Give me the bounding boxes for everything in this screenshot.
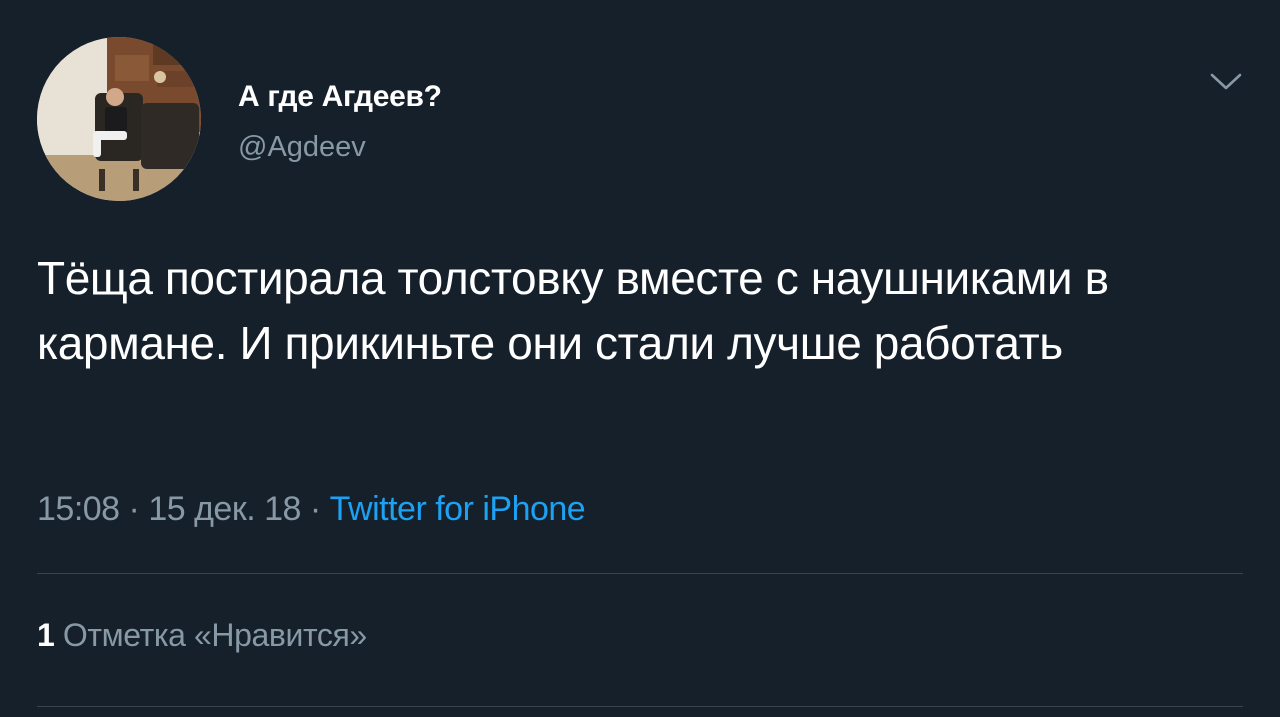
likes-label: Отметка «Нравится» bbox=[62, 617, 367, 653]
likes-stat[interactable]: 1 Отметка «Нравится» bbox=[37, 617, 367, 654]
tweet-source-link[interactable]: Twitter for iPhone bbox=[330, 490, 586, 528]
tweet-meta: 15:08 · 15 дек. 18 · Twitter for iPhone bbox=[37, 490, 586, 529]
meta-separator: · bbox=[300, 490, 330, 528]
meta-separator: · bbox=[119, 490, 149, 528]
user-handle[interactable]: @Agdeev bbox=[238, 131, 366, 164]
likes-count: 1 bbox=[37, 617, 55, 653]
profile-photo-icon bbox=[37, 37, 201, 201]
tweet-text: Тёща постирала толстовку вместе с наушни… bbox=[37, 252, 1109, 369]
chevron-down-icon[interactable] bbox=[1208, 68, 1244, 94]
avatar[interactable] bbox=[37, 37, 201, 201]
divider bbox=[37, 706, 1243, 707]
display-name[interactable]: А где Агдеев? bbox=[238, 80, 442, 114]
tweet-date: 15 дек. 18 bbox=[148, 490, 301, 528]
divider bbox=[37, 573, 1243, 574]
tweet-time: 15:08 bbox=[37, 490, 120, 528]
tweet-detail: А где Агдеев? @Agdeev Тёща постирала тол… bbox=[0, 0, 1280, 717]
